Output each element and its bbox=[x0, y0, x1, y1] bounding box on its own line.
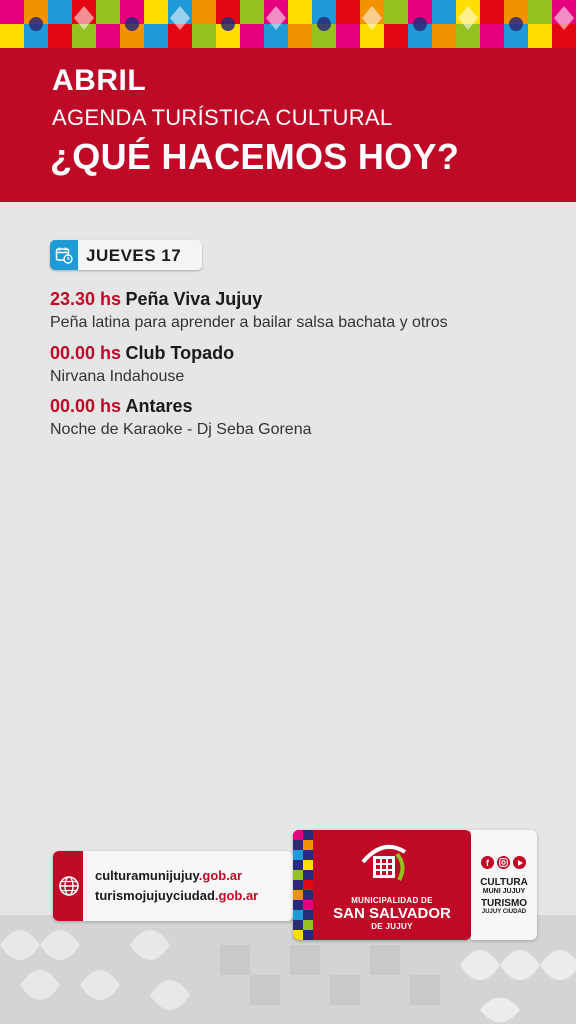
municipality-logo-card: MUNICIPALIDAD DE SAN SALVADOR DE JUJUY bbox=[293, 830, 471, 940]
globe-icon bbox=[59, 876, 79, 896]
websites-card: culturamunijujuy.gob.ar turismojujuyciud… bbox=[53, 851, 293, 921]
event-place: Club Topado bbox=[125, 343, 235, 363]
event-description: Nirvana Indahouse bbox=[50, 368, 185, 385]
website-name: turismojujuyciudad bbox=[95, 888, 215, 903]
event-description: Peña latina para aprender a bailar salsa… bbox=[50, 314, 448, 331]
cultura-label: CULTURA bbox=[480, 877, 528, 888]
day-label: JUEVES 17 bbox=[86, 246, 182, 265]
social-icons: f bbox=[481, 856, 526, 869]
event-description: Noche de Karaoke - Dj Seba Gorena bbox=[50, 421, 312, 438]
cultura-sub-label: MUNI JUJUY bbox=[482, 888, 526, 895]
decorative-pattern-top bbox=[0, 0, 576, 48]
event-item: 00.00 hs Antares Noche de Karaoke - Dj S… bbox=[50, 396, 311, 439]
social-card: f CULTURA MUNI JUJUY TURISMO JUJUY CIUDA… bbox=[471, 830, 537, 940]
website-link-cultura[interactable]: culturamunijujuy.gob.ar bbox=[95, 868, 242, 883]
header-subtitle: AGENDA TURÍSTICA CULTURAL bbox=[52, 105, 393, 130]
facebook-icon[interactable]: f bbox=[481, 856, 494, 869]
municipality-emblem-icon bbox=[361, 844, 407, 881]
decorative-strip bbox=[293, 830, 313, 940]
turismo-label: TURISMO bbox=[480, 898, 528, 909]
website-domain: .gob.ar bbox=[214, 888, 259, 903]
event-item: 00.00 hs Club Topado Nirvana Indahouse bbox=[50, 343, 234, 386]
website-name: culturamunijujuy bbox=[95, 868, 199, 883]
day-badge: JUEVES 17 bbox=[50, 240, 202, 270]
instagram-icon[interactable] bbox=[497, 856, 510, 869]
event-time: 23.30 hs bbox=[50, 289, 122, 309]
header-month: ABRIL bbox=[52, 64, 147, 97]
website-domain: .gob.ar bbox=[198, 868, 243, 883]
calendar-clock-icon bbox=[50, 240, 78, 270]
event-item: 23.30 hs Peña Viva Jujuy Peña latina par… bbox=[50, 289, 448, 332]
turismo-sub-label: JUJUY CIUDAD bbox=[481, 909, 527, 915]
municipality-line1: MUNICIPALIDAD DE bbox=[351, 896, 433, 905]
website-link-turismo[interactable]: turismojujuyciudad.gob.ar bbox=[95, 888, 258, 903]
header-title: ¿QUÉ HACEMOS HOY? bbox=[50, 136, 460, 177]
municipality-name: SAN SALVADOR bbox=[333, 905, 451, 922]
municipality-line3: DE JUJUY bbox=[371, 922, 413, 931]
event-time: 00.00 hs bbox=[50, 396, 122, 416]
event-place: Antares bbox=[125, 396, 193, 416]
event-place: Peña Viva Jujuy bbox=[125, 289, 263, 309]
event-time: 00.00 hs bbox=[50, 343, 122, 363]
youtube-icon[interactable] bbox=[513, 856, 526, 869]
